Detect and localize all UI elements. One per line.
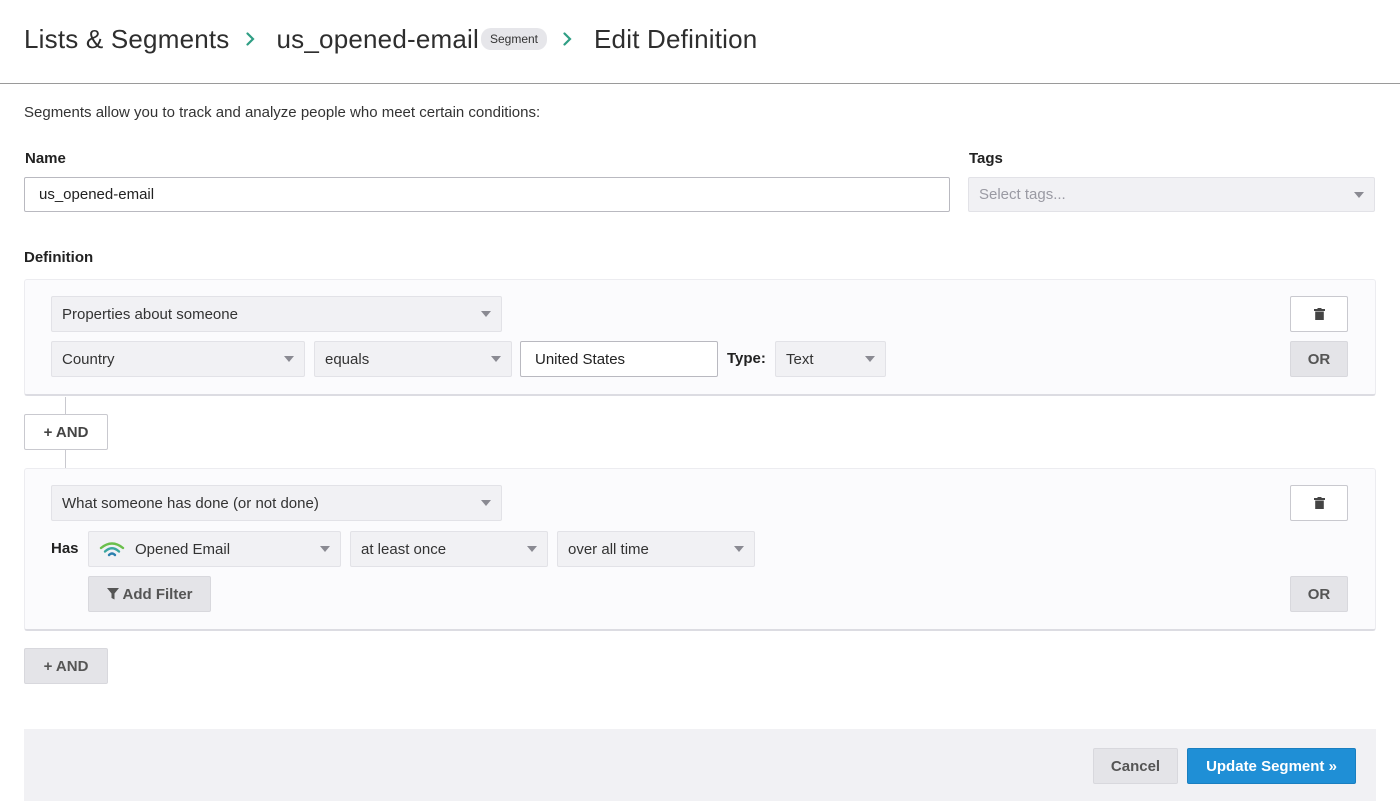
breadcrumb-segment-name[interactable]: us_opened-email [277,24,479,55]
connector-line [65,397,66,414]
definition-label: Definition [24,249,94,266]
add-filter-button[interactable]: Add Filter [88,576,211,612]
trash-icon [1313,308,1325,320]
condition-2-event-value: Opened Email [135,540,231,558]
or-button-1[interactable]: OR [1290,341,1348,377]
chevron-down-icon [734,546,744,552]
breadcrumb-lists-segments[interactable]: Lists & Segments [24,24,230,55]
or-button-2[interactable]: OR [1290,576,1348,612]
condition-1-operator-select[interactable]: equals [314,341,512,377]
trash-icon [1313,497,1325,509]
chevron-down-icon [865,356,875,362]
condition-2-timeframe-select[interactable]: over all time [557,531,755,567]
add-and-button-2[interactable]: + AND [24,648,108,684]
segment-badge: Segment [480,28,548,50]
connector-line [65,450,66,468]
breadcrumb: Lists & Segments us_opened-email Segment… [24,20,757,58]
condition-1-property-select[interactable]: Country [51,341,305,377]
condition-1-property-value: Country [62,350,115,368]
condition-2-type-select[interactable]: What someone has done (or not done) [51,485,502,521]
condition-1-datatype-select[interactable]: Text [775,341,886,377]
name-input[interactable]: us_opened-email [24,177,950,212]
condition-2-frequency-value: at least once [361,540,447,558]
chevron-down-icon [1354,191,1364,198]
tags-select[interactable]: Select tags... [968,177,1375,212]
delete-condition-1-button[interactable] [1290,296,1348,332]
name-label: Name [25,150,66,167]
condition-1-operator-value: equals [325,350,370,368]
tags-placeholder: Select tags... [979,186,1066,203]
tags-label: Tags [969,150,1003,167]
type-label: Type: [727,350,766,367]
filter-icon [106,588,119,600]
update-segment-button[interactable]: Update Segment » [1187,748,1356,784]
intro-text: Segments allow you to track and analyze … [24,104,541,121]
add-and-button-1[interactable]: + AND [24,414,108,450]
condition-1-value-input[interactable]: United States [520,341,718,377]
chevron-down-icon [320,546,330,552]
condition-2-event-select[interactable]: Opened Email [88,531,341,567]
has-label: Has [51,540,79,557]
chevron-down-icon [527,546,537,552]
condition-1-datatype-value: Text [786,350,814,368]
condition-2-timeframe-value: over all time [568,540,649,558]
condition-2-type-value: What someone has done (or not done) [62,494,319,512]
cancel-button[interactable]: Cancel [1093,748,1178,784]
chevron-down-icon [491,356,501,362]
add-filter-label: Add Filter [122,585,193,603]
chevron-down-icon [481,311,491,317]
delete-condition-2-button[interactable] [1290,485,1348,521]
chevron-down-icon [284,356,294,362]
chevron-right-icon [563,32,572,46]
page-header: Lists & Segments us_opened-email Segment… [0,0,1400,84]
chevron-right-icon [245,32,255,46]
opened-email-wifi-icon [99,542,125,557]
chevron-down-icon [481,500,491,506]
condition-1-type-value: Properties about someone [62,305,238,323]
page-title: Edit Definition [594,23,758,54]
condition-2-frequency-select[interactable]: at least once [350,531,548,567]
condition-1-type-select[interactable]: Properties about someone [51,296,502,332]
